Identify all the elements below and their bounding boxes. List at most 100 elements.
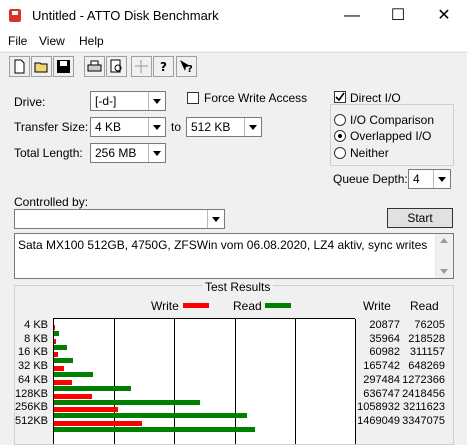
print-button[interactable]	[84, 56, 105, 77]
write-bar	[54, 379, 72, 385]
controlled-by-label: Controlled by:	[14, 195, 89, 209]
read-bar	[54, 413, 248, 419]
svg-text:?: ?	[160, 60, 167, 74]
io-comparison-radio[interactable]	[334, 114, 346, 126]
description-scrollbar[interactable]	[435, 234, 453, 278]
read-bar	[54, 331, 59, 336]
read-value: 1272366	[402, 373, 445, 386]
window-title: Untitled - ATTO Disk Benchmark	[32, 8, 219, 23]
scroll-down-icon	[440, 269, 448, 274]
chart-gridline	[235, 319, 236, 444]
overlapped-io-radio[interactable]	[334, 130, 346, 142]
test-results-title: Test Results	[202, 280, 274, 294]
close-button[interactable]: ✕	[421, 0, 467, 31]
new-button[interactable]	[9, 56, 30, 77]
chevron-down-icon	[148, 92, 165, 110]
neither-label: Neither	[350, 146, 389, 160]
save-button[interactable]	[53, 56, 74, 77]
force-write-label: Force Write Access	[204, 91, 308, 105]
svg-text:?: ?	[187, 64, 193, 74]
overlapped-io-label: Overlapped I/O	[350, 129, 432, 143]
chevron-down-icon	[244, 118, 261, 136]
move-button[interactable]	[131, 56, 152, 77]
chevron-down-icon	[433, 170, 450, 188]
legend-read-swatch	[265, 303, 291, 308]
block-size-label: 64 KB	[18, 373, 48, 386]
write-value: 35964	[369, 332, 400, 345]
legend-read-label: Read	[233, 299, 262, 313]
direct-io-checkbox[interactable]	[334, 91, 346, 103]
open-button[interactable]	[31, 56, 52, 77]
maximize-button[interactable]: ☐	[375, 0, 421, 31]
read-value: 76205	[414, 319, 445, 331]
write-bar	[54, 393, 93, 399]
queue-depth-select[interactable]: 4	[408, 169, 451, 189]
legend-write-swatch	[183, 303, 209, 308]
read-value: 311157	[409, 346, 445, 359]
block-size-label: 128KB	[14, 387, 48, 400]
drive-label: Drive:	[14, 95, 46, 109]
controlled-by-select[interactable]	[14, 209, 225, 229]
menu-view[interactable]: View	[39, 34, 65, 48]
block-size-label: 16 KB	[18, 346, 48, 359]
toolbar: ? ?	[0, 52, 467, 81]
force-write-checkbox[interactable]	[187, 92, 199, 104]
read-bar	[54, 372, 94, 378]
open-icon	[34, 62, 48, 73]
write-bar	[54, 338, 57, 344]
block-size-label: 32 KB	[18, 360, 48, 373]
total-length-select[interactable]: 256 MB	[90, 143, 166, 163]
menu-help[interactable]: Help	[79, 34, 104, 48]
save-icon	[57, 60, 70, 73]
write-bar	[54, 420, 143, 426]
description-textarea[interactable]: Sata MX100 512GB, 4750G, ZFSWin vom 06.0…	[14, 233, 454, 279]
transfer-size-to-select[interactable]: 512 KB	[186, 117, 262, 137]
transfer-size-from-select[interactable]: 4 KB	[90, 117, 166, 137]
write-value: 1469049	[357, 414, 400, 427]
start-button[interactable]: Start	[387, 208, 453, 228]
chevron-down-icon	[148, 118, 165, 136]
write-value: 297484	[363, 373, 400, 386]
block-size-label: 256KB	[14, 401, 48, 414]
chart-gridline	[174, 319, 175, 444]
read-value: 648269	[408, 360, 445, 373]
read-bar	[54, 399, 200, 405]
direct-io-label: Direct I/O	[350, 91, 401, 105]
chevron-down-icon	[148, 144, 165, 162]
io-comparison-label: I/O Comparison	[350, 113, 435, 127]
read-value: 218528	[408, 332, 445, 345]
write-bar	[54, 325, 56, 330]
title-bar: Untitled - ATTO Disk Benchmark — ☐ ✕	[0, 0, 467, 31]
context-help-button[interactable]: ?	[176, 56, 197, 77]
write-value: 60982	[369, 346, 400, 359]
read-value: 2418456	[402, 387, 445, 400]
minimize-button[interactable]: —	[329, 0, 375, 31]
write-value: 1058932	[357, 401, 400, 414]
write-value: 636747	[363, 387, 400, 400]
move-icon	[135, 60, 148, 73]
read-bar	[54, 344, 68, 350]
menu-file[interactable]: File	[8, 34, 27, 48]
queue-depth-label: Queue Depth:	[333, 172, 408, 186]
write-column-header: Write	[363, 299, 391, 313]
legend-write-label: Write	[151, 299, 179, 313]
write-value: 165742	[363, 360, 400, 373]
drive-select[interactable]: [-d-]	[90, 91, 166, 111]
write-value: 20877	[369, 319, 400, 331]
description-text: Sata MX100 512GB, 4750G, ZFSWin vom 06.0…	[18, 238, 428, 252]
help-icon: ?	[160, 60, 167, 74]
neither-radio[interactable]	[334, 147, 346, 159]
block-size-label: 8 KB	[24, 332, 48, 345]
transfer-to-label: to	[171, 120, 182, 134]
menu-bar: File View Help	[0, 31, 467, 51]
print-preview-button[interactable]	[106, 56, 127, 77]
check-icon	[335, 92, 345, 102]
results-chart	[53, 318, 356, 444]
write-bar	[54, 352, 58, 358]
write-bar	[54, 407, 118, 413]
read-column-header: Read	[410, 299, 439, 313]
write-bar	[54, 366, 64, 372]
read-value: 3347075	[402, 414, 445, 427]
help-button[interactable]: ?	[153, 56, 174, 77]
new-icon	[14, 59, 25, 74]
